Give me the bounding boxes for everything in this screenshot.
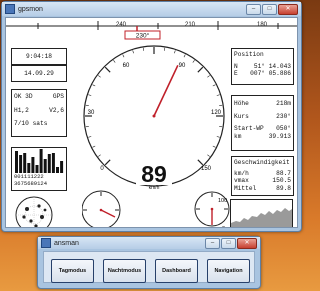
window-title: gpsmon [18, 5, 43, 13]
speed-stats-box: Geschwindigkeit km/h 88.7 vmax 150.5 Mitte… [231, 156, 294, 196]
time-value: 9:04:18 [26, 53, 52, 60]
speed-tick-90: 90 [179, 63, 186, 69]
sats-value: 7/10 sats [14, 120, 48, 127]
longitude-value: 007° 05.886 [250, 70, 291, 77]
lat-hemisphere: N [234, 62, 238, 70]
altitude-course-box: Höhe 218m Kurs 230° Start-WP 050° km 39.913 [231, 95, 294, 151]
lon-hemisphere: E [234, 70, 238, 77]
minimize-button[interactable]: – [246, 3, 261, 15]
ansman-title-bar: ansman – □ ✕ [38, 237, 260, 249]
vmax-label: vmax [234, 177, 249, 184]
signal-bar [35, 165, 39, 173]
speed-history-graph [230, 199, 293, 227]
nachtmodus-button[interactable]: Nachtmodus [103, 259, 146, 283]
tagmodus-button[interactable]: Tagmodus [51, 259, 94, 283]
mittel-label: Mittel [234, 184, 257, 192]
speed-tick-150: 150 [201, 166, 212, 172]
title-bar: gpsmon – □ ✕ [2, 2, 301, 16]
waypoint-distance: 39.913 [268, 132, 291, 140]
signal-bar [47, 154, 51, 173]
signal-bars [15, 149, 64, 173]
signal-bar [15, 151, 18, 173]
compass-tick-180: 180 [257, 22, 268, 28]
position-box: Position N 51° 14.043 E 007° 05.886 [231, 48, 294, 85]
hdop-value: H1,2 [14, 106, 29, 114]
date-box: 14.09.29 [11, 65, 67, 82]
ansman-minimize-button[interactable]: – [205, 237, 220, 249]
signal-bar [19, 155, 23, 173]
speed-value: 89 [141, 161, 167, 187]
fix-value: OK 3D [14, 93, 33, 100]
ansman-app-icon [41, 238, 51, 248]
waypoint-dist-unit: km [234, 132, 242, 140]
speed-tick-0: 0 [100, 166, 104, 172]
speed-graph-label-100: 100 [218, 198, 228, 204]
signal-bar [56, 167, 59, 173]
altitude-value: 218m [276, 100, 291, 107]
speed-graph-label-0: 0 [222, 226, 225, 227]
speed-tick-30: 30 [88, 110, 95, 116]
kmh-label: km/h [234, 169, 249, 177]
course-label: Kurs [234, 112, 249, 120]
date-value: 14.09.29 [24, 70, 54, 77]
mode-button-panel: Tagmodus Nachtmodus Dashboard Navigation [43, 251, 255, 283]
signal-bar [31, 157, 35, 173]
signal-bar [43, 159, 47, 173]
dashboard-button[interactable]: Dashboard [155, 259, 198, 283]
vmax-value: 150.5 [272, 177, 291, 184]
signal-bar [51, 153, 55, 173]
maximize-button[interactable]: □ [262, 3, 277, 15]
position-label: Position [234, 51, 264, 58]
compass-tick-240: 240 [116, 22, 127, 28]
speed-stats-label: Geschwindigkeit [234, 159, 290, 166]
satellite-signal-box: 001111222 3675689124 [11, 147, 67, 191]
gpsmon-window: gpsmon – □ ✕ 240 210 180 230° 9:04:18 14… [1, 1, 302, 232]
latitude-value: 51° 14.043 [253, 62, 291, 70]
speed-tick-60: 60 [123, 63, 130, 69]
ansman-title: ansman [54, 239, 79, 247]
ansman-maximize-button[interactable]: □ [221, 237, 236, 249]
altitude-label: Höhe [234, 100, 249, 107]
speed-unit: km/h [149, 185, 160, 191]
speed-tick-120: 120 [211, 110, 222, 116]
signal-bar [23, 153, 27, 173]
signal-bar [27, 163, 31, 173]
speedometer-gauge: 0 30 60 90 120 150 89 km/h [82, 45, 230, 227]
close-button[interactable]: ✕ [278, 3, 298, 15]
gps-label: GPS [52, 93, 64, 100]
signal-bar [39, 149, 43, 173]
waypoint-bearing: 050° [276, 125, 291, 132]
kmh-value: 88.7 [276, 169, 291, 177]
course-value: 230° [276, 112, 291, 120]
sat-ids-row-2: 3675689124 [14, 180, 48, 187]
app-icon [5, 4, 15, 14]
sky-view [15, 196, 53, 227]
waypoint-label: Start-WP [234, 125, 264, 132]
vdop-value: V2,6 [49, 106, 64, 114]
dashboard-canvas: 240 210 180 230° 9:04:18 14.09.29 OK 3D G… [5, 17, 298, 228]
mittel-value: 89.8 [276, 184, 291, 192]
signal-bar [60, 161, 64, 173]
compass-tick-210: 210 [185, 22, 196, 28]
gps-status-box: OK 3D GPS H1,2 V2,6 7/10 sats [11, 89, 67, 137]
navigation-button[interactable]: Navigation [207, 259, 250, 283]
ansman-close-button[interactable]: ✕ [237, 237, 257, 249]
ansman-window: ansman – □ ✕ Tagmodus Nachtmodus Dashboa… [37, 236, 261, 289]
time-box: 9:04:18 [11, 48, 67, 65]
